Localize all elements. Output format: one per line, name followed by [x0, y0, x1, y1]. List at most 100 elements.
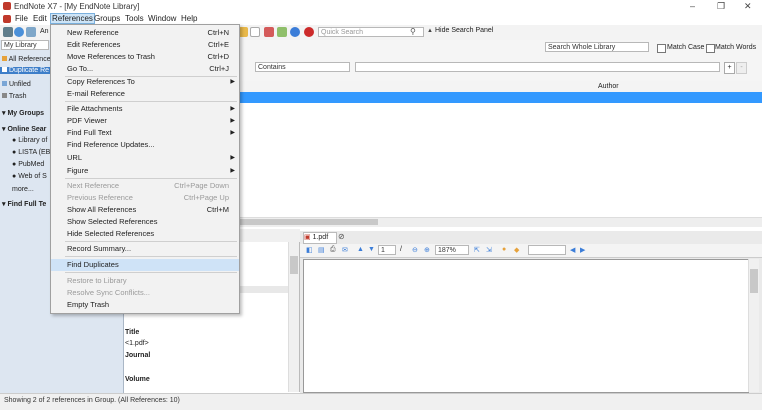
page-down-icon[interactable]: ▼: [368, 246, 375, 253]
match-words-checkbox[interactable]: [706, 44, 715, 53]
author-column-header[interactable]: Author: [598, 83, 619, 90]
menu-item-edit-references[interactable]: Edit References Ctrl+E: [51, 39, 239, 51]
minimize-button[interactable]: –: [690, 1, 695, 11]
menu-item-go-to[interactable]: Go To... Ctrl+J: [51, 63, 239, 75]
sidebar-item-duplicate-references[interactable]: Duplicate Re: [0, 67, 52, 74]
find-full-text-header[interactable]: ▾ Find Full Te: [2, 200, 46, 208]
sidebar-item-online-library[interactable]: ● Library of: [12, 137, 47, 144]
title-bar: EndNote X7 - [My EndNote Library] – ❐ ✕: [0, 0, 762, 13]
zoom-in-icon[interactable]: ⊕: [424, 246, 430, 254]
scrollbar-thumb[interactable]: [290, 256, 298, 274]
hide-search-panel-button[interactable]: Hide Search Panel: [435, 27, 493, 34]
search-icon[interactable]: ⚲: [410, 27, 416, 36]
document-icon: [3, 15, 11, 23]
page-number-input[interactable]: 1: [378, 245, 396, 255]
menu-item-hide-selected-references[interactable]: Hide Selected References: [51, 228, 239, 240]
email-icon[interactable]: ✉: [342, 246, 348, 254]
pdf-page[interactable]: [303, 259, 749, 393]
sidebar-item-unfiled[interactable]: Unfiled: [2, 81, 31, 88]
menu-item-file-attachments[interactable]: File Attachments ▶: [51, 103, 239, 115]
sidebar-item-trash[interactable]: Trash: [2, 93, 26, 100]
search-previous-icon[interactable]: ◀: [570, 246, 575, 254]
detail-vertical-scrollbar[interactable]: [288, 242, 299, 392]
help-icon[interactable]: [304, 27, 314, 37]
scrollbar-thumb[interactable]: [750, 269, 758, 293]
search-next-icon[interactable]: ▶: [580, 246, 585, 254]
pdf-search-input[interactable]: [528, 245, 566, 255]
menu-window[interactable]: Window: [148, 14, 176, 23]
menu-item-figure[interactable]: Figure ▶: [51, 165, 239, 177]
sidebar-item-online-pubmed[interactable]: ● PubMed: [12, 161, 44, 168]
insert-citation-icon[interactable]: [277, 27, 287, 37]
menu-item-copy-references-to[interactable]: Copy References To ▶: [51, 76, 239, 88]
fit-width-icon[interactable]: ⇲: [486, 246, 492, 254]
menu-item-record-summary[interactable]: Record Summary...: [51, 243, 239, 255]
menu-references[interactable]: References: [50, 13, 95, 24]
integrated-library-icon[interactable]: [26, 27, 36, 37]
menu-separator: [65, 256, 237, 257]
highlight-icon[interactable]: ●: [502, 246, 506, 253]
menu-item-find-reference-updates[interactable]: Find Reference Updates...: [51, 139, 239, 151]
page-count-separator: /: [400, 246, 402, 253]
print-icon[interactable]: ⎙: [330, 246, 336, 254]
menu-help[interactable]: Help: [181, 14, 197, 23]
menu-item-empty-trash[interactable]: Empty Trash: [51, 299, 239, 311]
quick-search-input[interactable]: Quick Search: [318, 27, 424, 37]
open-pdf-icon[interactable]: ◧: [306, 246, 313, 254]
menu-item-move-to-trash[interactable]: Move References to Trash Ctrl+D: [51, 51, 239, 63]
menu-item-show-all-references[interactable]: Show All References Ctrl+M: [51, 204, 239, 216]
search-value-input[interactable]: [355, 62, 720, 72]
menu-item-find-duplicates[interactable]: Find Duplicates: [51, 259, 239, 271]
export-icon[interactable]: [264, 27, 274, 37]
online-search-header[interactable]: ▾ Online Sear: [2, 125, 46, 133]
save-pdf-icon[interactable]: ▤: [318, 246, 325, 254]
submenu-arrow-icon: ▶: [230, 155, 235, 161]
page-up-icon[interactable]: ▲: [357, 246, 364, 253]
menu-item-new-reference[interactable]: New Reference Ctrl+N: [51, 27, 239, 39]
title-field-value[interactable]: <1.pdf>: [125, 340, 149, 347]
menu-groups[interactable]: Groups: [94, 14, 120, 23]
maximize-button[interactable]: ❐: [717, 1, 725, 12]
sync-icon[interactable]: [290, 27, 300, 37]
volume-field-label: Volume: [125, 376, 150, 383]
menu-item-next-reference: Next Reference Ctrl+Page Down: [67, 181, 229, 190]
menu-item-email-reference[interactable]: E-mail Reference: [51, 88, 239, 100]
menu-item-resolve-sync-conflicts: Resolve Sync Conflicts...: [67, 288, 150, 297]
menu-item-find-full-text[interactable]: Find Full Text ▶: [51, 127, 239, 139]
close-button[interactable]: ✕: [744, 1, 752, 12]
style-select[interactable]: An: [40, 28, 49, 35]
status-text: Showing 2 of 2 references in Group. (All…: [4, 397, 180, 404]
zoom-out-icon[interactable]: ⊖: [412, 246, 418, 254]
remove-field-button[interactable]: -: [736, 62, 747, 74]
paperclip-icon[interactable]: ⊘: [338, 232, 345, 241]
globe-icon: ●: [12, 149, 17, 156]
menu-item-url[interactable]: URL ▶: [51, 152, 239, 164]
menu-tools[interactable]: Tools: [125, 14, 144, 23]
pdf-vertical-scrollbar[interactable]: [748, 259, 759, 392]
search-scope-select[interactable]: Search Whole Library: [545, 42, 649, 52]
sticky-note-icon[interactable]: ◆: [514, 246, 519, 254]
fit-page-icon[interactable]: ⇱: [474, 246, 480, 254]
zoom-level-select[interactable]: 187%: [435, 245, 469, 255]
online-search-icon[interactable]: [14, 27, 24, 37]
unfiled-icon: [2, 81, 7, 86]
references-menu-dropdown: New Reference Ctrl+N Edit References Ctrl+…: [50, 24, 240, 314]
match-case-checkbox[interactable]: [657, 44, 666, 53]
add-field-button[interactable]: +: [724, 62, 735, 74]
menu-edit[interactable]: Edit: [33, 14, 47, 23]
new-document-icon[interactable]: [250, 27, 260, 37]
condition-select[interactable]: Contains: [255, 62, 350, 72]
menu-file[interactable]: File: [15, 14, 28, 23]
menu-item-pdf-viewer[interactable]: PDF Viewer ▶: [51, 115, 239, 127]
sidebar-item-all-references[interactable]: All References: [2, 56, 54, 63]
pdf-tab[interactable]: ▣ 1.pdf: [303, 232, 337, 244]
local-library-icon[interactable]: [3, 27, 13, 37]
library-select[interactable]: My Library: [1, 40, 49, 50]
sidebar-more-link[interactable]: more...: [12, 186, 34, 193]
sidebar-item-online-lista[interactable]: ● LISTA (EB: [12, 149, 50, 156]
scrollbar-thumb[interactable]: [238, 219, 378, 225]
title-field-label: Title: [125, 329, 140, 336]
my-groups-header[interactable]: ▾ My Groups: [2, 109, 44, 117]
sidebar-item-online-web-of-science[interactable]: ● Web of S: [12, 173, 47, 180]
menu-item-show-selected-references[interactable]: Show Selected References: [51, 216, 239, 228]
